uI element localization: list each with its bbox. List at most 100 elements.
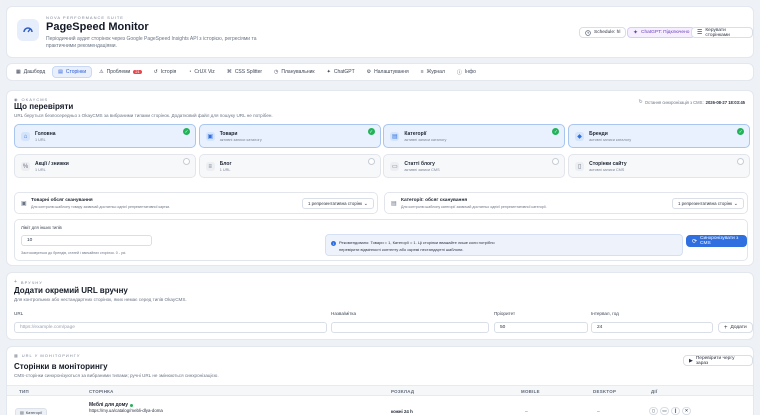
check-icon: ✓ xyxy=(183,128,190,135)
unchecked-icon xyxy=(737,158,745,165)
page-type-sub: активні записи CMS xyxy=(404,168,440,172)
page-type-icon: ▣ xyxy=(205,132,215,141)
priority-input[interactable]: 50 xyxy=(494,322,588,333)
sync-cms-label: Синхронізувати з CMS xyxy=(700,236,739,246)
dashboard-icon: ▦ xyxy=(16,69,21,75)
row-page-url[interactable]: https://my.ua/catalog/mebli-dlya-doma xyxy=(89,408,163,413)
folder-icon: ▤ xyxy=(391,201,397,207)
delete-icon[interactable]: ✕ xyxy=(682,407,691,415)
row-mobile-score: – xyxy=(525,409,528,415)
tab-label: Сторінки xyxy=(65,69,87,75)
chatgpt-status-label: ChatGPT: Підключено xyxy=(641,30,690,35)
row-schedule: кожні 24 h xyxy=(391,409,413,414)
table-row[interactable]: ▤ Категорії Меблі для дому https://my.ua… xyxy=(7,397,753,415)
chatgpt-status-button[interactable]: ✦ ChatGPT: Підключено xyxy=(627,27,696,38)
page-type-option[interactable]: ≡ Блог 1 URL xyxy=(198,154,381,178)
page-type-title: Категорії xyxy=(404,131,427,137)
tab-dashboard[interactable]: ▦ Дашборд xyxy=(11,66,50,78)
tab-label: CrUX Viz xyxy=(194,69,215,75)
check-queue-button[interactable]: ▶ Перевірити чергу зараз xyxy=(683,355,753,366)
schedule-label: Schedule: hl xyxy=(594,30,621,35)
priority-field-label: Пріоритет xyxy=(494,311,516,316)
categories-scope-desc: Для контролю шаблону категорії зазвичай … xyxy=(401,205,547,209)
check-icon: ✓ xyxy=(552,128,560,135)
sync-cms-button[interactable]: ⟳ Синхронізувати з CMS xyxy=(686,235,747,247)
tab-history[interactable]: ↺ Історія xyxy=(149,66,182,78)
url-field-label: URL xyxy=(14,311,24,316)
okaycms-card: ◉ OKAYCMS Що перевіряти URL беруться без… xyxy=(6,90,754,266)
suite-label: NOVA PERFORMANCE SUITE xyxy=(46,15,124,20)
products-scope-title: Товарні обсяг сканування xyxy=(31,198,93,203)
page-type-option[interactable]: % Акції / знижки 1 URL xyxy=(14,154,196,178)
page-type-title: Сторінки сайту xyxy=(589,161,627,167)
page-type-title: Товари xyxy=(219,131,238,137)
recommendation-box: i Рекомендовано: Товари = 1, Категорії =… xyxy=(325,234,683,256)
recommendation-line2: перевірити відмінності контенту або окре… xyxy=(339,247,464,252)
page-type-icon: ⌂ xyxy=(21,132,30,141)
page-type-sub: активні записи каталогу xyxy=(404,138,447,142)
tab-label: Журнал xyxy=(426,69,445,75)
play-icon: ▶ xyxy=(689,357,693,364)
manage-pages-button[interactable]: ☰ Керувати сторінками xyxy=(691,27,753,38)
header-desc-line2: практичними рекомендаціями. xyxy=(46,43,117,49)
tab-info[interactable]: ⓘ Інфо xyxy=(452,66,481,78)
limit-input[interactable]: 10 xyxy=(21,235,152,246)
tab-settings[interactable]: ⚙ Налаштування xyxy=(362,66,414,78)
chevron-down-icon: ⌄ xyxy=(363,200,368,207)
interval-input[interactable]: 24 xyxy=(591,322,713,333)
mobile-run-icon[interactable]: ▯ xyxy=(649,407,658,415)
chatgpt-icon: ✦ xyxy=(326,69,331,75)
tab-css[interactable]: ⌘ CSS Splitter xyxy=(222,66,267,78)
page-type-option[interactable]: ▭ Статті блогу активні записи CMS xyxy=(383,154,566,178)
page-type-option[interactable]: ▯ Сторінки сайту активні записи CMS xyxy=(568,154,751,178)
products-scope-select[interactable]: 1 репрезентативна сторінк ⌄ xyxy=(302,198,374,209)
categories-scope-select[interactable]: 1 репрезентативна сторінк ⌄ xyxy=(672,198,744,209)
col-desktop: DESKTOP xyxy=(593,389,617,394)
col-schedule: РОЗКЛАД xyxy=(391,389,415,394)
clock-icon xyxy=(585,29,591,36)
monitor-desc: CMS-сторінки синхронізуються за вибраним… xyxy=(14,373,219,378)
check-icon: ✓ xyxy=(737,128,745,135)
table-header: ТИП СТОРІНКА РОЗКЛАД MOBILE DESKTOP ДІЇ xyxy=(7,385,753,396)
tab-log[interactable]: ≡ Журнал xyxy=(416,66,450,78)
tab-crux[interactable]: ◔ CrUX Viz xyxy=(183,66,220,78)
desktop-run-icon[interactable]: ▭ xyxy=(660,407,669,415)
sparkle-icon: ✦ xyxy=(633,30,639,36)
tab-chatgpt[interactable]: ✦ ChatGPT xyxy=(322,66,360,78)
tab-pages[interactable]: ▤ Сторінки xyxy=(52,66,93,78)
crux-icon: ◔ xyxy=(188,69,192,75)
interval-field-label: Інтервал, год xyxy=(591,311,619,316)
products-scope-row: ▣ Товарні обсяг сканування Для контролю … xyxy=(14,192,378,214)
limit-label: Ліміт для інших типів xyxy=(21,225,62,230)
log-icon: ≡ xyxy=(420,69,424,75)
page-type-option[interactable]: ▤ Категорії активні записи каталогу ✓ xyxy=(383,124,566,148)
pause-icon[interactable]: ∥ xyxy=(671,407,680,415)
categories-scope-title: Категорії: обсяг сканування xyxy=(401,198,468,203)
scheduler-icon: ◷ xyxy=(274,69,279,75)
tab-scheduler[interactable]: ◷ Планувальник xyxy=(269,66,320,78)
page-type-title: Акції / знижки xyxy=(35,161,69,167)
schedule-button[interactable]: Schedule: hl xyxy=(579,27,627,38)
unchecked-icon xyxy=(183,158,190,165)
page-type-option[interactable]: ▣ Товари активні записи каталогу ✓ xyxy=(198,124,381,148)
products-scope-desc: Для контролю шаблону товару зазвичай дос… xyxy=(31,205,171,209)
manual-title: Додати окремий URL вручну xyxy=(14,286,128,295)
page-type-icon: ◆ xyxy=(575,132,585,141)
page-type-option[interactable]: ◆ Бренди активні записи каталогу ✓ xyxy=(568,124,751,148)
header-desc-line1: Періодичний аудит сторінок через Google … xyxy=(46,36,257,42)
tab-label: CSS Splitter xyxy=(234,69,263,75)
page-type-title: Статті блогу xyxy=(404,161,435,167)
page-title: PageSpeed Monitor xyxy=(46,21,149,33)
add-url-label: Додати xyxy=(730,325,747,330)
page-type-icon: ▭ xyxy=(390,162,400,171)
tab-label: Планувальник xyxy=(281,69,315,75)
name-input[interactable] xyxy=(331,322,489,333)
add-url-button[interactable]: + Додати xyxy=(718,322,753,333)
page-type-option[interactable]: ⌂ Головна 1 URL ✓ xyxy=(14,124,196,148)
css-icon: ⌘ xyxy=(226,69,232,75)
issues-count-badge: 21 xyxy=(133,70,142,74)
url-input[interactable]: https://example.com/page xyxy=(14,322,327,333)
tab-issues[interactable]: ⚠ Проблеми 21 xyxy=(94,66,146,78)
unchecked-icon xyxy=(367,158,375,165)
last-sync-info: ↻ Остання синхронізація з CMS: 2026-08-2… xyxy=(638,99,745,105)
